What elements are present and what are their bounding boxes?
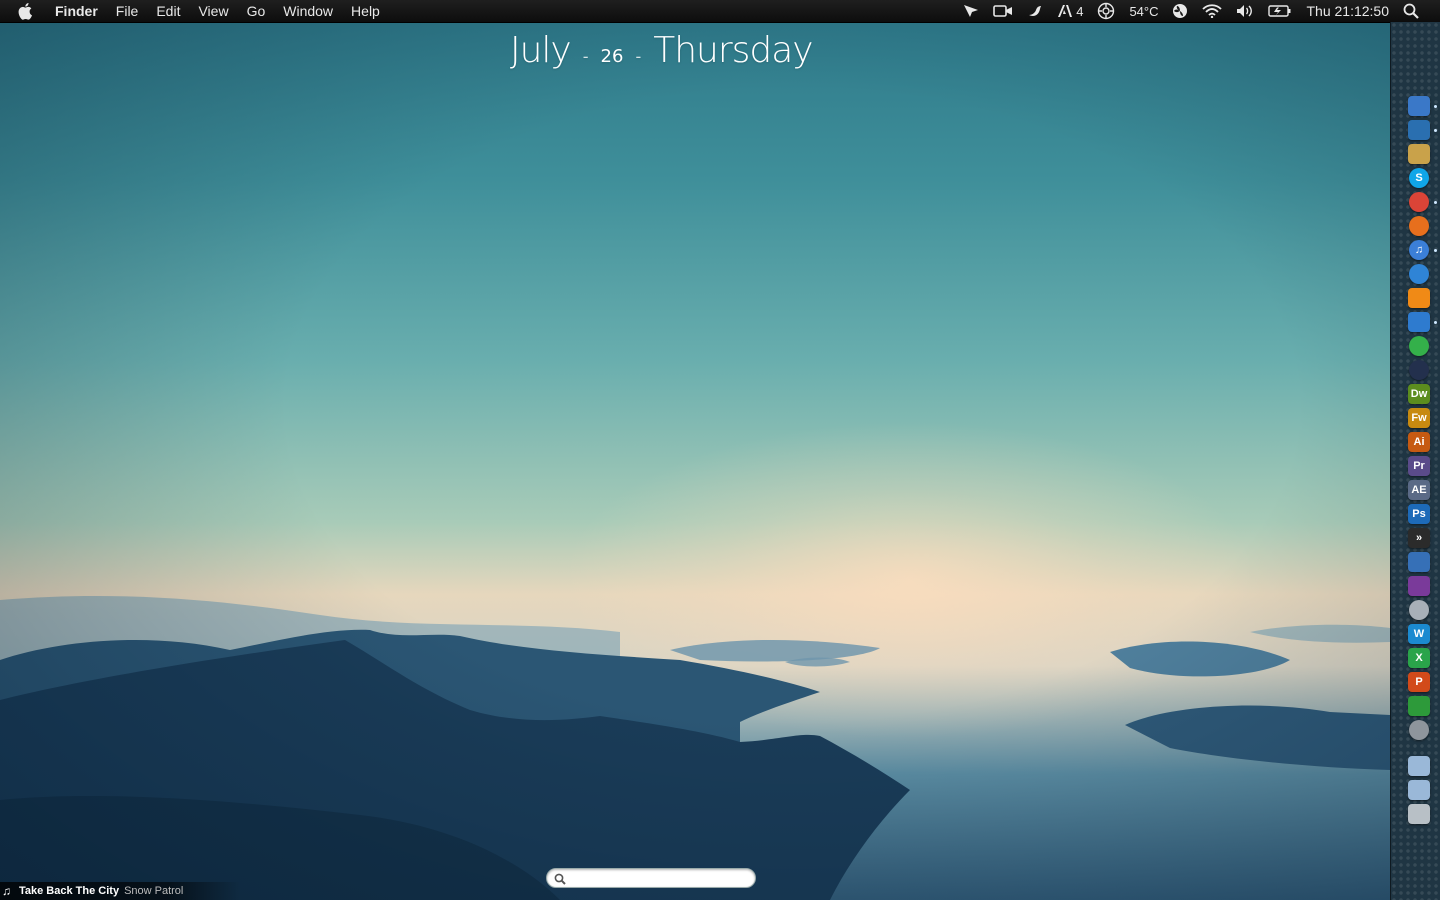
now-playing-song: Take Back The City xyxy=(19,885,120,897)
location-arrow-icon[interactable] xyxy=(956,4,986,18)
now-playing-artist: Snow Patrol xyxy=(124,885,184,897)
dock-skype-icon[interactable]: S xyxy=(1409,168,1429,188)
menubar-clock[interactable]: Thu 21:12:50 xyxy=(1299,3,1396,19)
dock-illustrator-label: Ai xyxy=(1413,436,1425,448)
wallpaper-landscape xyxy=(0,595,1390,900)
dock-send-icon[interactable] xyxy=(1408,120,1430,140)
dock-downloads-folder-icon[interactable] xyxy=(1408,780,1430,800)
dock-applications-folder-icon[interactable] xyxy=(1408,756,1430,776)
dock-skype-label: S xyxy=(1415,172,1423,184)
dock-excel-label: X xyxy=(1415,652,1423,664)
gear-monitor-icon[interactable] xyxy=(1090,2,1122,20)
date-widget: July - 26 - Thursday xyxy=(510,30,814,71)
temperature-readout[interactable]: 54°C xyxy=(1122,4,1165,19)
notification-count[interactable]: 4 xyxy=(1050,4,1090,19)
date-separator-1: - xyxy=(582,47,589,66)
dock-aftereffects-icon[interactable]: AE xyxy=(1408,480,1430,500)
dock-dreamweaver-icon[interactable]: Dw xyxy=(1408,384,1430,404)
dock-photoshop-icon[interactable]: Ps xyxy=(1408,504,1430,524)
dock-powerpoint-label: P xyxy=(1415,676,1423,688)
notification-count-label: 4 xyxy=(1076,3,1084,19)
battery-icon[interactable] xyxy=(1261,4,1299,18)
adobe-icon xyxy=(1058,5,1073,17)
dock-premiere-label: Pr xyxy=(1413,460,1425,472)
bird-icon[interactable] xyxy=(1020,3,1050,19)
dock-itunes-label: ♫ xyxy=(1414,244,1424,256)
apple-menu-icon[interactable] xyxy=(0,2,46,20)
dock-itunes-icon[interactable]: ♫ xyxy=(1409,240,1429,260)
dock-running-indicator xyxy=(1434,321,1437,324)
desktop-search-field[interactable] xyxy=(546,868,756,888)
island-right-far xyxy=(1250,624,1390,643)
dock-trash-icon[interactable] xyxy=(1408,804,1430,824)
dock-vlc-icon[interactable] xyxy=(1408,288,1430,308)
dock-excel-icon[interactable]: X xyxy=(1408,648,1430,668)
dock-premiere-icon[interactable]: Pr xyxy=(1408,456,1430,476)
dock-running-indicator xyxy=(1434,129,1437,132)
dock-finder-icon[interactable] xyxy=(1408,96,1430,116)
dock-final-cut-icon[interactable]: » xyxy=(1408,528,1430,548)
menu-edit[interactable]: Edit xyxy=(147,0,189,22)
dock-word-icon[interactable]: W xyxy=(1408,624,1430,644)
dock-transmit-icon[interactable] xyxy=(1409,264,1429,284)
search-icon xyxy=(554,872,566,890)
dock-final-cut-label: » xyxy=(1415,532,1423,544)
menu-help[interactable]: Help xyxy=(342,0,389,22)
dock-system-prefs-icon[interactable] xyxy=(1409,720,1429,740)
dock-fireworks-icon[interactable]: Fw xyxy=(1408,408,1430,428)
island-center xyxy=(670,639,880,662)
island-right-lower xyxy=(1125,705,1390,770)
dock-running-indicator xyxy=(1434,105,1437,108)
menu-window[interactable]: Window xyxy=(274,0,342,22)
dock-imovie-icon[interactable] xyxy=(1408,552,1430,572)
dock-evernote-icon[interactable] xyxy=(1409,336,1429,356)
dock-cinema4d-icon[interactable] xyxy=(1409,360,1429,380)
menu-bar: Finder File Edit View Go Window Help 4 5… xyxy=(0,0,1440,23)
menu-go[interactable]: Go xyxy=(238,0,275,22)
search-input[interactable] xyxy=(571,870,751,888)
dock-keynote-like-icon[interactable] xyxy=(1408,696,1430,716)
volume-icon[interactable] xyxy=(1229,4,1261,18)
dock-photoshop-label: Ps xyxy=(1412,508,1426,520)
dock-motion-icon[interactable] xyxy=(1408,576,1430,596)
dock-word-label: W xyxy=(1413,628,1425,640)
date-weekday: Thursday xyxy=(653,30,813,71)
dock-running-indicator xyxy=(1434,249,1437,252)
dock-dreamweaver-label: Dw xyxy=(1410,388,1428,400)
dock-aftereffects-label: AE xyxy=(1411,484,1427,496)
dock-color-icon[interactable] xyxy=(1409,600,1429,620)
menu-file[interactable]: File xyxy=(107,0,148,22)
date-day: 26 xyxy=(600,46,624,67)
fan-icon[interactable] xyxy=(1165,3,1195,19)
app-menu-finder[interactable]: Finder xyxy=(46,0,107,22)
date-month: July xyxy=(510,30,572,71)
dock-powerpoint-icon[interactable]: P xyxy=(1408,672,1430,692)
wifi-icon[interactable] xyxy=(1195,4,1229,18)
music-note-icon: ♫ xyxy=(2,884,11,898)
date-separator-2: - xyxy=(635,47,642,66)
dock-firefox-icon[interactable] xyxy=(1409,216,1429,236)
spotlight-search-icon[interactable] xyxy=(1396,3,1426,19)
dock-illustrator-icon[interactable]: Ai xyxy=(1408,432,1430,452)
dock-running-indicator xyxy=(1434,201,1437,204)
camera-icon[interactable] xyxy=(986,4,1020,18)
now-playing-bar: ♫ Take Back The City Snow Patrol xyxy=(0,882,240,900)
island-right-upper xyxy=(1110,641,1290,677)
menu-view[interactable]: View xyxy=(189,0,237,22)
dock-chrome-icon[interactable] xyxy=(1409,192,1429,212)
dock-notes-icon[interactable] xyxy=(1408,144,1430,164)
dock-fireworks-label: Fw xyxy=(1411,412,1427,424)
dock-birdie-icon[interactable] xyxy=(1408,312,1430,332)
